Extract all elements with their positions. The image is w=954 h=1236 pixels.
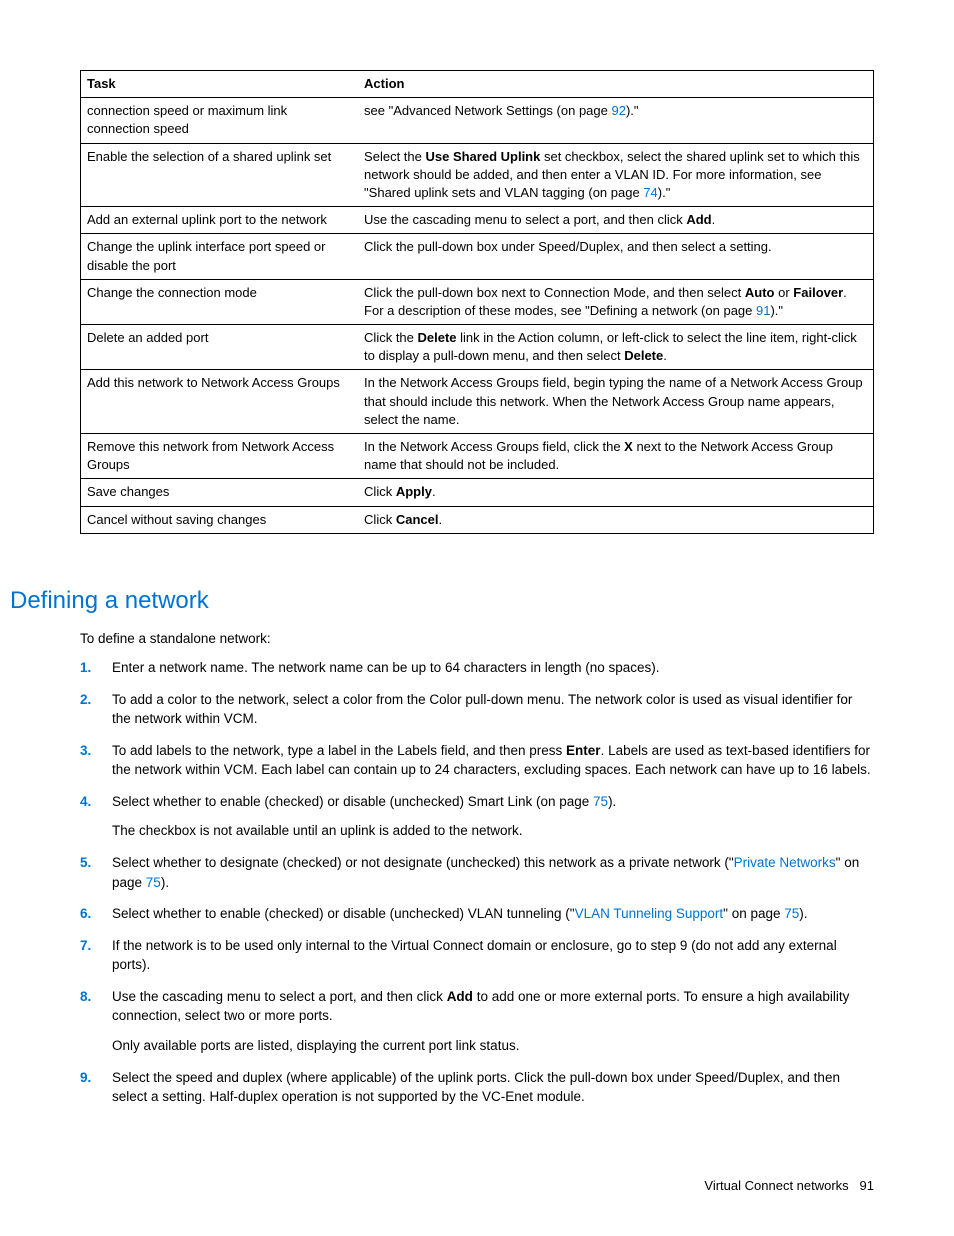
step-number: 1. [80, 658, 112, 678]
action-cell: Use the cascading menu to select a port,… [358, 207, 873, 234]
page-link[interactable]: 75 [784, 906, 799, 921]
action-cell: see "Advanced Network Settings (on page … [358, 98, 873, 143]
step-number: 3. [80, 741, 112, 780]
page-link[interactable]: 74 [643, 185, 657, 200]
action-cell: Select the Use Shared Uplink set checkbo… [358, 143, 873, 207]
list-item: 2.To add a color to the network, select … [80, 690, 874, 729]
action-cell: In the Network Access Groups field, clic… [358, 434, 873, 479]
step-paragraph: To add a color to the network, select a … [112, 690, 874, 729]
step-paragraph: Select whether to designate (checked) or… [112, 853, 874, 892]
table-row: Delete an added portClick the Delete lin… [81, 325, 874, 370]
step-paragraph: Only available ports are listed, display… [112, 1036, 874, 1056]
step-number: 5. [80, 853, 112, 892]
task-cell: Change the uplink interface port speed o… [81, 234, 359, 279]
step-body: Select the speed and duplex (where appli… [112, 1068, 874, 1107]
section-intro: To define a standalone network: [80, 629, 874, 649]
list-item: 6.Select whether to enable (checked) or … [80, 904, 874, 924]
step-body: If the network is to be used only intern… [112, 936, 874, 975]
list-item: 4.Select whether to enable (checked) or … [80, 792, 874, 841]
step-body: Select whether to enable (checked) or di… [112, 904, 874, 924]
step-body: To add labels to the network, type a lab… [112, 741, 874, 780]
table-row: Enable the selection of a shared uplink … [81, 143, 874, 207]
footer-page: 91 [860, 1178, 874, 1193]
list-item: 3.To add labels to the network, type a l… [80, 741, 874, 780]
page-link[interactable]: Private Networks [734, 855, 836, 870]
step-body: Select whether to enable (checked) or di… [112, 792, 874, 841]
step-paragraph: Use the cascading menu to select a port,… [112, 987, 874, 1026]
table-row: Add this network to Network Access Group… [81, 370, 874, 434]
step-paragraph: If the network is to be used only intern… [112, 936, 874, 975]
step-paragraph: Select the speed and duplex (where appli… [112, 1068, 874, 1107]
page-link[interactable]: 75 [146, 875, 161, 890]
task-action-table: Task Action connection speed or maximum … [80, 70, 874, 534]
action-cell: In the Network Access Groups field, begi… [358, 370, 873, 434]
step-body: Enter a network name. The network name c… [112, 658, 874, 678]
task-cell: Enable the selection of a shared uplink … [81, 143, 359, 207]
step-number: 8. [80, 987, 112, 1056]
step-paragraph: To add labels to the network, type a lab… [112, 741, 874, 780]
action-cell: Click Cancel. [358, 506, 873, 533]
list-item: 8.Use the cascading menu to select a por… [80, 987, 874, 1056]
page-link[interactable]: 92 [611, 103, 625, 118]
list-item: 7.If the network is to be used only inte… [80, 936, 874, 975]
section-heading: Defining a network [10, 584, 874, 619]
table-row: Cancel without saving changesClick Cance… [81, 506, 874, 533]
task-cell: Add an external uplink port to the netwo… [81, 207, 359, 234]
list-item: 9.Select the speed and duplex (where app… [80, 1068, 874, 1107]
step-paragraph: Select whether to enable (checked) or di… [112, 792, 874, 812]
page-link[interactable]: VLAN Tunneling Support [575, 906, 724, 921]
step-body: Select whether to designate (checked) or… [112, 853, 874, 892]
action-cell: Click the pull-down box under Speed/Dupl… [358, 234, 873, 279]
step-number: 2. [80, 690, 112, 729]
step-paragraph: Select whether to enable (checked) or di… [112, 904, 874, 924]
table-row: Add an external uplink port to the netwo… [81, 207, 874, 234]
task-cell: Save changes [81, 479, 359, 506]
action-cell: Click Apply. [358, 479, 873, 506]
table-row: connection speed or maximum link connect… [81, 98, 874, 143]
table-header-task: Task [81, 71, 359, 98]
step-number: 9. [80, 1068, 112, 1107]
list-item: 1.Enter a network name. The network name… [80, 658, 874, 678]
step-body: To add a color to the network, select a … [112, 690, 874, 729]
step-body: Use the cascading menu to select a port,… [112, 987, 874, 1056]
action-cell: Click the pull-down box next to Connecti… [358, 279, 873, 324]
task-cell: Remove this network from Network Access … [81, 434, 359, 479]
step-number: 4. [80, 792, 112, 841]
page-footer: Virtual Connect networks 91 [80, 1177, 874, 1196]
step-number: 6. [80, 904, 112, 924]
task-cell: Change the connection mode [81, 279, 359, 324]
task-cell: Cancel without saving changes [81, 506, 359, 533]
footer-text: Virtual Connect networks [704, 1178, 848, 1193]
table-row: Save changesClick Apply. [81, 479, 874, 506]
step-number: 7. [80, 936, 112, 975]
table-header-action: Action [358, 71, 873, 98]
list-item: 5.Select whether to designate (checked) … [80, 853, 874, 892]
step-paragraph: The checkbox is not available until an u… [112, 821, 874, 841]
task-cell: Add this network to Network Access Group… [81, 370, 359, 434]
steps-list: 1.Enter a network name. The network name… [80, 658, 874, 1107]
task-cell: connection speed or maximum link connect… [81, 98, 359, 143]
table-row: Remove this network from Network Access … [81, 434, 874, 479]
action-cell: Click the Delete link in the Action colu… [358, 325, 873, 370]
page-link[interactable]: 91 [756, 303, 770, 318]
table-row: Change the uplink interface port speed o… [81, 234, 874, 279]
page-link[interactable]: 75 [593, 794, 608, 809]
step-paragraph: Enter a network name. The network name c… [112, 658, 874, 678]
task-cell: Delete an added port [81, 325, 359, 370]
table-row: Change the connection modeClick the pull… [81, 279, 874, 324]
